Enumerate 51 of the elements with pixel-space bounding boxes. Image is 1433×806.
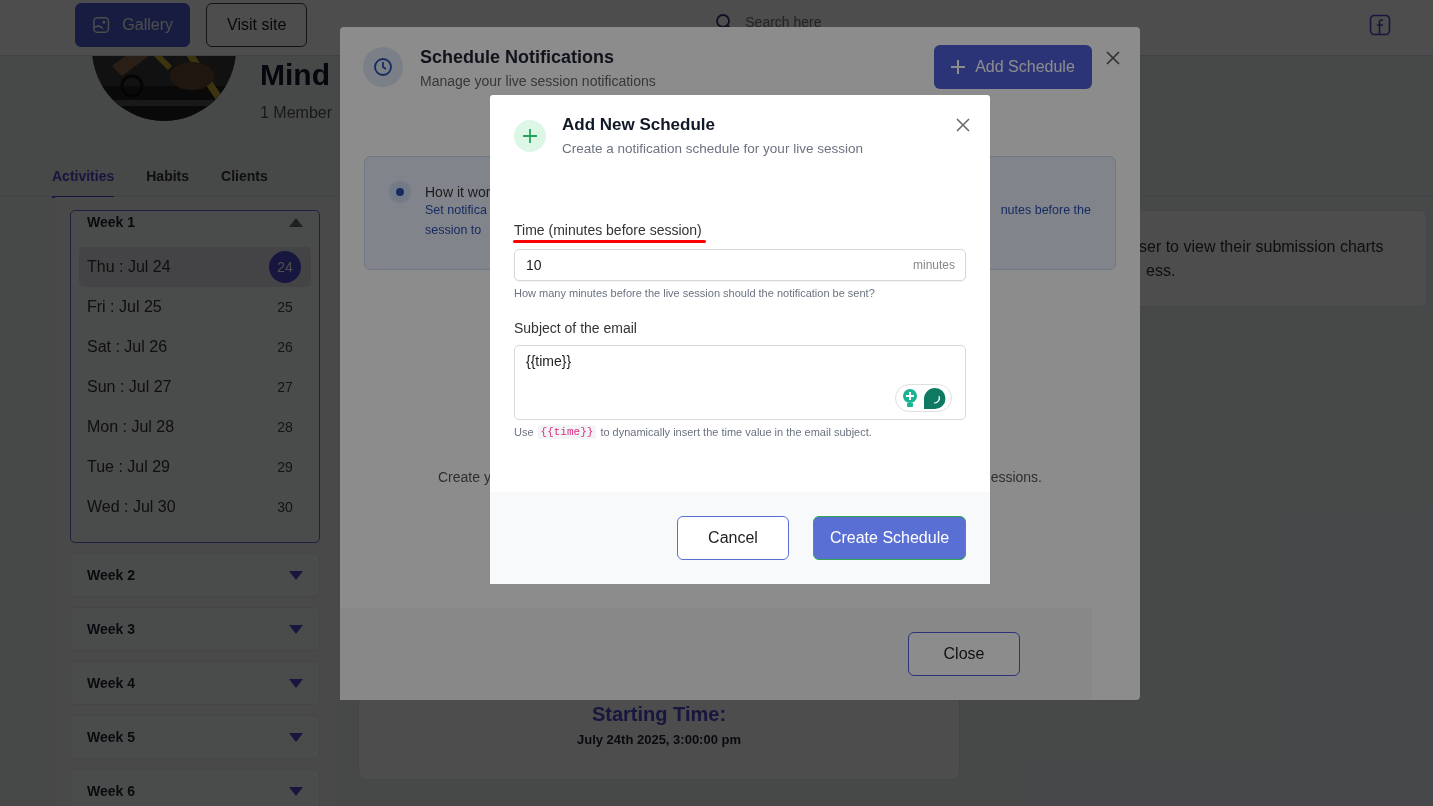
- week-label[interactable]: Week 4: [87, 675, 135, 691]
- caret-icon[interactable]: [289, 624, 303, 634]
- field-label: Time (minutes before session): [514, 222, 702, 238]
- starting-time-value: July 24th 2025, 3:00:00 pm: [576, 732, 742, 747]
- lightbulb-icon: [902, 388, 918, 408]
- tab[interactable]: Clients: [221, 160, 268, 196]
- caret-icon[interactable]: [289, 732, 303, 742]
- close-button[interactable]: Close: [908, 632, 1020, 676]
- dialog-title: Schedule Notifications: [420, 47, 616, 68]
- field-label: Subject of the email: [514, 320, 638, 336]
- chat-bubble-icon: [923, 387, 947, 409]
- unit-label: minutes: [912, 258, 955, 272]
- subject-textarea[interactable]: {{time}}: [514, 345, 966, 420]
- empty-state-text: essions.: [990, 469, 1042, 485]
- visit-site-button[interactable]: Visit site: [206, 2, 308, 47]
- image-icon: [92, 14, 111, 35]
- create-schedule-button[interactable]: Create Schedule: [813, 516, 966, 560]
- caret-icon[interactable]: [289, 786, 303, 796]
- info-text: ser to view their submission charts: [1139, 237, 1385, 257]
- tab[interactable]: Habits: [146, 160, 190, 196]
- add-schedule-button[interactable]: Add Schedule: [934, 45, 1092, 89]
- group-name: Mind: [260, 58, 331, 92]
- week-label[interactable]: Week 3: [87, 621, 135, 637]
- empty-state-text: Create y: [438, 469, 491, 485]
- info-dot-icon: [389, 181, 411, 203]
- info-text: ess.: [1145, 261, 1177, 281]
- plus-icon: [951, 60, 966, 74]
- code-tag: {{time}}: [537, 425, 597, 439]
- cancel-button[interactable]: Cancel: [677, 516, 789, 560]
- caret-icon[interactable]: [289, 217, 303, 227]
- week-label[interactable]: Week 5: [87, 729, 135, 745]
- dialog-title: Add New Schedule: [562, 115, 717, 135]
- dialog-subtitle: Manage your live session notifications: [420, 73, 657, 89]
- clock-icon: [363, 47, 403, 87]
- help-text: How many minutes before the live session should the notification be sent?: [514, 287, 876, 299]
- info-text: session to: [425, 222, 482, 239]
- week-label[interactable]: Week 6: [87, 783, 135, 799]
- caret-icon[interactable]: [289, 570, 303, 580]
- help-text: to dynamically insert the time value in the email subject.: [600, 426, 872, 438]
- dialog-subtitle: Create a notification schedule for your live session: [562, 141, 864, 156]
- facebook-icon[interactable]: [1369, 13, 1391, 36]
- info-text: nutes before the: [1000, 202, 1091, 219]
- week-label[interactable]: Week 2: [87, 567, 135, 583]
- info-title: How it wor: [425, 184, 492, 200]
- caret-icon[interactable]: [289, 678, 303, 688]
- close-icon[interactable]: [956, 118, 970, 132]
- help-text: Use: [514, 426, 534, 438]
- plus-icon: [514, 120, 546, 152]
- close-icon[interactable]: [1106, 51, 1120, 65]
- info-text: Set notifica: [425, 202, 487, 219]
- week-label[interactable]: Week 1: [87, 214, 135, 230]
